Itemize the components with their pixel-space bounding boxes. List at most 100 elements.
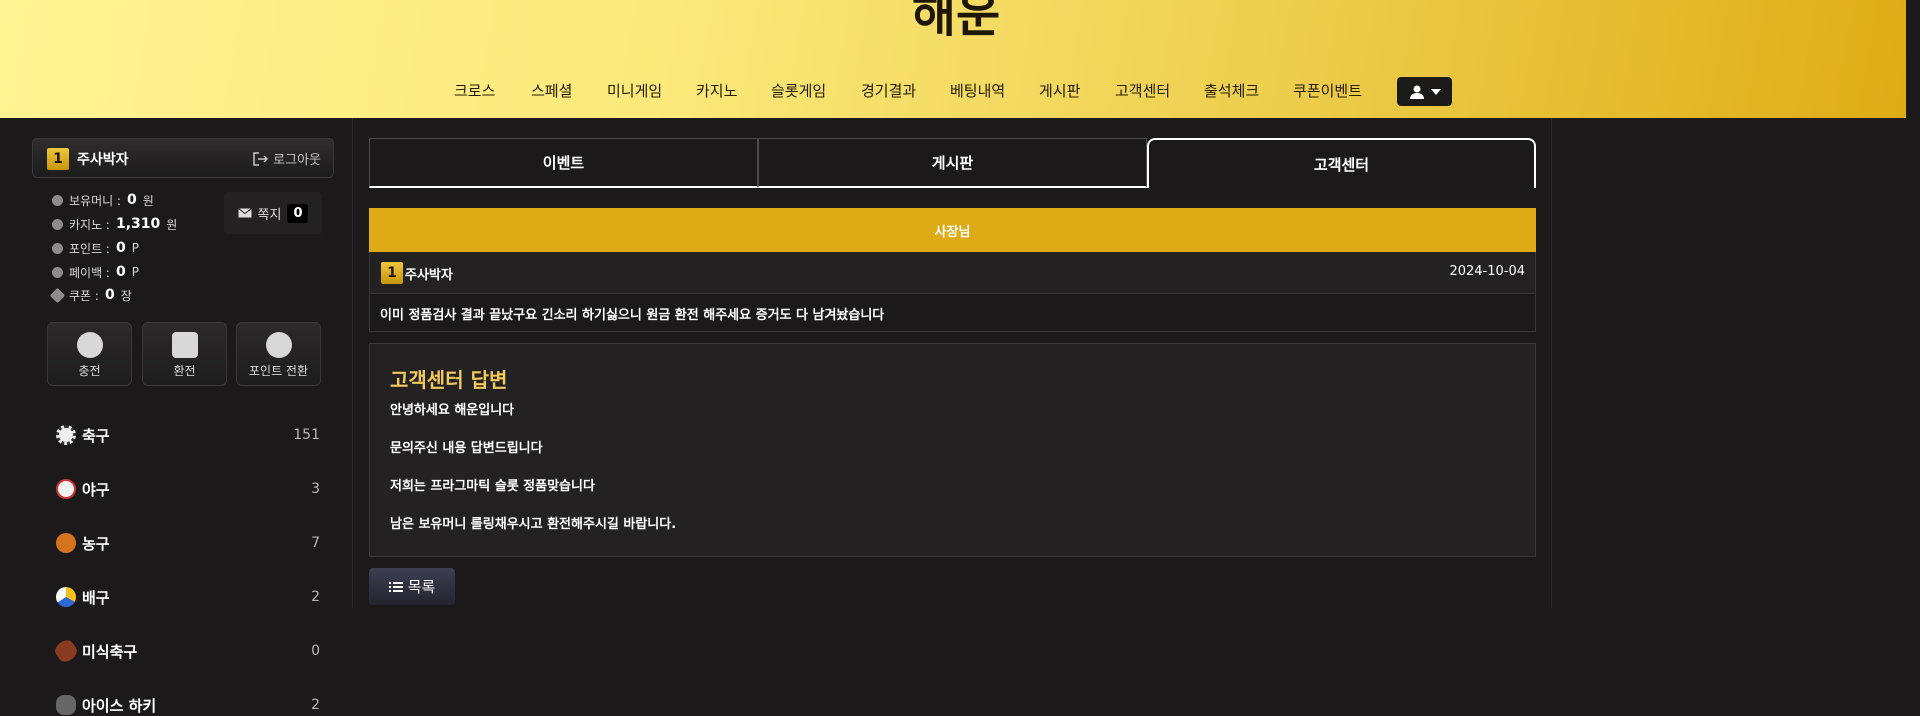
list-icon	[388, 581, 403, 592]
stat-label: 쿠폰 :	[69, 288, 99, 303]
divider	[1551, 118, 1552, 608]
withdraw-button[interactable]: 환전	[142, 322, 227, 386]
sport-item-baseball[interactable]: 야구 3	[56, 477, 320, 501]
caret-down-icon	[1430, 88, 1441, 95]
site-logo[interactable]: 해운	[906, 0, 1006, 44]
nav-results[interactable]: 경기결과	[861, 78, 916, 104]
level-badge: 1	[47, 148, 69, 170]
stat-coupon: 쿠폰 : 0 장	[49, 286, 132, 304]
sport-count: 2	[311, 589, 320, 605]
payback-icon	[52, 266, 63, 278]
logout-label: 로그아웃	[273, 153, 321, 168]
casino-icon	[52, 218, 63, 230]
envelope-icon	[237, 208, 252, 218]
nav-special[interactable]: 스페셜	[531, 78, 572, 104]
tab-board[interactable]: 게시판	[758, 138, 1147, 188]
sport-name: 농구	[82, 534, 110, 553]
message-button[interactable]: 쪽지 0	[224, 192, 322, 234]
nav-coupon-event[interactable]: 쿠폰이벤트	[1293, 78, 1362, 104]
stat-value: 0	[104, 287, 115, 303]
stat-unit: 장	[120, 288, 132, 303]
sport-item-basketball[interactable]: 농구 7	[56, 531, 320, 555]
logout-button[interactable]: 로그아웃	[253, 149, 321, 168]
stat-label: 카지노 :	[69, 217, 110, 232]
tab-event[interactable]: 이벤트	[369, 138, 758, 188]
tab-support[interactable]: 고객센터	[1147, 138, 1536, 188]
sport-name: 축구	[82, 426, 110, 445]
message-count: 0	[287, 203, 309, 223]
basketball-icon	[56, 533, 76, 553]
reply-title: 고객센터 답변	[390, 368, 508, 392]
coupon-icon	[49, 287, 66, 303]
post-date: 2024-10-04	[1449, 264, 1525, 279]
nav-attendance[interactable]: 출석체크	[1204, 78, 1259, 104]
sport-count: 7	[311, 535, 320, 551]
money-icon	[52, 194, 63, 206]
stat-casino: 카지노 : 1,310 원	[52, 215, 177, 233]
nav-bet-history[interactable]: 베팅내역	[950, 78, 1005, 104]
user-icon	[1409, 85, 1424, 99]
reply-line: 문의주신 내용 답변드립니다	[390, 441, 543, 456]
sport-item-volleyball[interactable]: 배구 2	[56, 585, 320, 609]
deposit-label: 충전	[78, 364, 101, 378]
stat-unit: 원	[142, 193, 154, 208]
stat-value: 1,310	[115, 216, 161, 232]
stat-label: 포인트 :	[69, 241, 110, 256]
sport-item-american-football[interactable]: 미식축구 0	[52, 637, 320, 665]
stat-value: 0	[115, 264, 126, 280]
nav-cross[interactable]: 크로스	[454, 78, 495, 104]
sport-name: 야구	[82, 480, 110, 499]
reply-line: 안녕하세요 해운입니다	[390, 403, 515, 418]
sport-count: 3	[311, 481, 320, 497]
stat-money: 보유머니 : 0 원	[52, 191, 154, 209]
nav-slot[interactable]: 슬롯게임	[771, 78, 826, 104]
point-convert-button[interactable]: 포인트 전환	[236, 322, 321, 386]
scrollbar[interactable]	[1906, 0, 1920, 716]
deposit-button[interactable]: 충전	[47, 322, 132, 386]
post-author: 주사박자	[405, 268, 453, 283]
stat-unit: 원	[166, 217, 178, 232]
sport-count: 0	[311, 643, 320, 659]
nav-casino[interactable]: 카지노	[696, 78, 737, 104]
support-reply: 고객센터 답변 안녕하세요 해운입니다 문의주신 내용 답변드립니다 저희는 프…	[369, 343, 1536, 557]
message-label: 쪽지	[257, 207, 282, 223]
reply-line: 남은 보유머니 롤링채우시고 환전해주시길 바랍니다.	[390, 517, 677, 532]
board-tabs: 이벤트 게시판 고객센터	[369, 138, 1536, 188]
sport-item-ice-hockey[interactable]: 아이스 하키 2	[56, 693, 320, 716]
stat-payback: 페이백 : 0 P	[52, 263, 139, 281]
sport-count: 2	[311, 697, 320, 713]
nav-board[interactable]: 게시판	[1039, 78, 1080, 104]
point-icon	[52, 242, 63, 254]
user-menu-button[interactable]	[1397, 77, 1452, 106]
list-button-label: 목록	[407, 578, 436, 596]
reply-line: 저희는 프라그마틱 슬롯 정품맞습니다	[390, 479, 595, 494]
list-button[interactable]: 목록	[369, 568, 455, 605]
stat-label: 보유머니 :	[69, 193, 122, 208]
stat-value: 0	[115, 240, 126, 256]
divider	[352, 118, 353, 608]
football-icon	[52, 637, 80, 665]
header: 해운 크로스 스페셜 미니게임 카지노 슬롯게임 경기결과 베팅내역 게시판 고…	[0, 0, 1906, 118]
post-title: 사장님	[369, 208, 1536, 252]
sport-name: 아이스 하키	[82, 696, 157, 715]
point-convert-label: 포인트 전환	[248, 364, 308, 378]
soccer-ball-icon	[56, 425, 76, 445]
exchange-icon	[265, 332, 292, 358]
sport-name: 미식축구	[82, 642, 138, 661]
stat-unit: P	[131, 241, 139, 255]
sport-item-soccer[interactable]: 축구 151	[56, 423, 320, 447]
author-level-badge: 1	[381, 262, 403, 284]
nav-minigame[interactable]: 미니게임	[607, 78, 662, 104]
post-meta: 1 주사박자 2024-10-04	[369, 252, 1536, 294]
user-bar: 1 주사박자 로그아웃	[32, 138, 334, 178]
baseball-icon	[56, 479, 76, 499]
sport-name: 배구	[82, 588, 110, 607]
coins-icon	[76, 332, 103, 358]
nav-support[interactable]: 고객센터	[1115, 78, 1170, 104]
withdraw-icon	[171, 332, 198, 358]
sport-count: 151	[293, 427, 320, 443]
stat-unit: P	[131, 265, 139, 279]
stat-value: 0	[127, 192, 137, 208]
post-body: 이미 정품검사 결과 끝났구요 긴소리 하기싫으니 원금 환전 해주세요 증거도…	[369, 294, 1536, 332]
volleyball-icon	[56, 587, 76, 607]
